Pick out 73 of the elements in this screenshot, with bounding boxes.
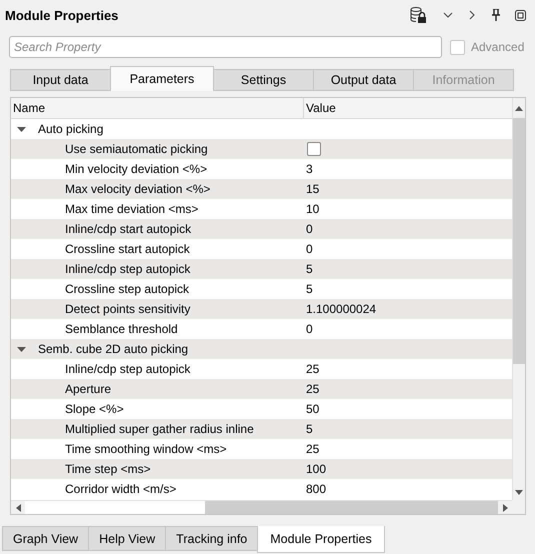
scroll-down-icon[interactable]	[515, 490, 523, 494]
property-value: 3	[306, 162, 313, 176]
scroll-right-icon[interactable]	[502, 504, 508, 512]
column-header[interactable]: Name	[11, 98, 304, 118]
property-row[interactable]: Multiplied super gather radius inline 5	[11, 419, 512, 439]
property-row[interactable]: Use semiautomatic picking	[11, 139, 512, 159]
property-name: Max velocity deviation <%>	[65, 182, 210, 196]
property-name: Crossline step autopick	[65, 282, 190, 296]
tab[interactable]: Graph View	[2, 526, 90, 551]
expanded-arrow-icon[interactable]	[17, 124, 26, 134]
property-name: Max time deviation <ms>	[65, 202, 198, 216]
property-value: 15	[306, 182, 320, 196]
tab[interactable]: Parameters	[110, 66, 214, 91]
property-value: 800	[306, 482, 326, 496]
column-header[interactable]: Value	[304, 98, 512, 118]
float-window-icon[interactable]	[514, 10, 526, 20]
checkbox-label: Advanced	[471, 40, 524, 54]
property-row[interactable]: Inline/cdp start autopick 0	[11, 219, 512, 239]
property-value: 5	[306, 262, 313, 276]
property-value: 0	[306, 242, 313, 256]
scroll-thumb[interactable]	[513, 118, 525, 364]
property-value: 1.100000024	[306, 302, 376, 316]
search-field[interactable]: Search Property	[9, 36, 442, 58]
property-value: 0	[306, 322, 313, 336]
property-name: Use semiautomatic picking	[65, 142, 208, 156]
tab[interactable]: Tracking info	[165, 526, 258, 551]
property-value: 0	[306, 222, 313, 236]
property-row[interactable]: Time step <ms> 100	[11, 459, 512, 479]
chevron-down-icon[interactable]	[443, 11, 453, 19]
property-name: Time step <ms>	[65, 462, 151, 476]
property-value: 50	[306, 402, 320, 416]
vertical-scrollbar[interactable]	[512, 98, 525, 500]
property-name: Inline/cdp step autopick	[65, 262, 190, 276]
tab[interactable]: Module Properties	[257, 526, 385, 553]
scroll-up-icon[interactable]	[515, 106, 523, 110]
property-row[interactable]: Max velocity deviation <%> 15	[11, 179, 512, 199]
tab[interactable]: Help View	[88, 526, 166, 551]
database-lock-icon[interactable]	[409, 6, 427, 24]
group-label: Semb. cube 2D auto picking	[38, 342, 188, 356]
tab[interactable]: Settings	[213, 69, 314, 91]
property-name: Slope <%>	[65, 402, 124, 416]
tab[interactable]: Input data	[10, 69, 111, 91]
property-name: Inline/cdp step autopick	[65, 362, 190, 376]
property-value: 25	[306, 442, 320, 456]
property-row[interactable]: Aperture 25	[11, 379, 512, 399]
checkbox[interactable]	[307, 142, 321, 156]
property-name: Time smoothing window <ms>	[65, 442, 227, 456]
property-value: 10	[306, 202, 320, 216]
property-value: 100	[306, 462, 326, 476]
property-value: 5	[306, 282, 313, 296]
group-label: Auto picking	[38, 122, 104, 136]
property-name: Corridor width <m/s>	[65, 482, 176, 496]
property-name: Aperture	[65, 382, 112, 396]
scroll-left-icon[interactable]	[16, 504, 20, 512]
property-name: Inline/cdp start autopick	[65, 222, 192, 236]
property-value: 25	[306, 362, 320, 376]
property-row[interactable]: Inline/cdp step autopick 5	[11, 259, 512, 279]
property-value: 5	[306, 422, 313, 436]
property-name: Detect points sensitivity	[65, 302, 190, 316]
property-name: Multiplied super gather radius inline	[65, 422, 254, 436]
property-name: Crossline start autopick	[65, 242, 190, 256]
scroll-thumb[interactable]	[205, 501, 498, 514]
expanded-arrow-icon[interactable]	[17, 344, 26, 354]
group-row[interactable]: Semb. cube 2D auto picking	[11, 339, 512, 359]
pin-icon[interactable]	[492, 9, 500, 21]
property-value: 25	[306, 382, 320, 396]
panel-title: Module Properties	[5, 8, 120, 22]
property-name: Min velocity deviation <%>	[65, 162, 208, 176]
chevron-right-icon[interactable]	[468, 10, 476, 20]
tab[interactable]: Output data	[313, 69, 414, 91]
property-row[interactable]: Detect points sensitivity 1.100000024	[11, 299, 512, 319]
property-name: Semblance threshold	[65, 322, 178, 336]
horizontal-scrollbar[interactable]	[11, 500, 512, 514]
